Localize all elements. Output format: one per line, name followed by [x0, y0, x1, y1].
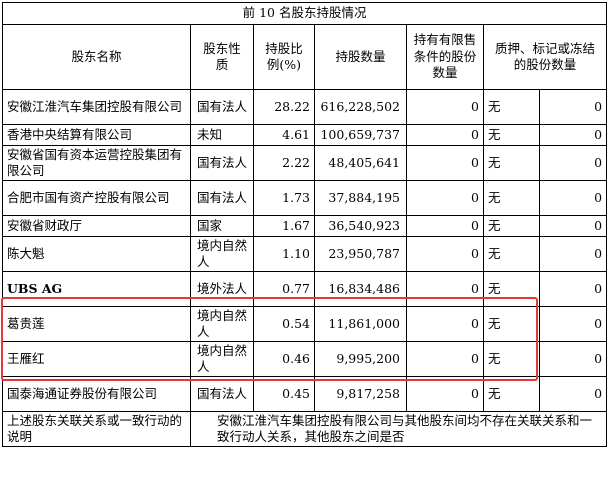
header-row: 股东名称 股东性质 持股比例(%) 持股数量 持有有限售条件的股份数量 质押、标…: [2, 24, 608, 90]
shareholder-nature: 境内自然人: [190, 341, 254, 377]
pledge-status: 无: [483, 236, 540, 272]
table-row: 香港中央结算有限公司 未知 4.61 100,659,737 0 无 0: [2, 124, 608, 146]
pledge-quantity: 0: [538, 180, 608, 216]
shareholder-name: 安徽省财政厅: [2, 215, 191, 237]
shareholder-name: 王雁红: [2, 341, 191, 377]
restricted-shares: 0: [406, 341, 484, 377]
holding-shares: 36,540,923: [314, 215, 407, 237]
pledge-status: 无: [483, 376, 540, 412]
holding-shares: 11,861,000: [314, 306, 407, 342]
table-row: 葛贵莲 境内自然人 0.54 11,861,000 0 无 0: [2, 306, 608, 342]
shareholder-name: 安徽省国有资本运营控股集团有限公司: [2, 145, 191, 181]
relation-label: 上述股东关联关系或一致行动的说明: [2, 411, 191, 447]
table-row: 安徽省财政厅 国家 1.67 36,540,923 0 无 0: [2, 215, 608, 237]
holding-ratio: 28.22: [253, 89, 315, 125]
header-shares: 持股数量: [314, 24, 407, 90]
restricted-shares: 0: [406, 89, 484, 125]
holding-shares: 9,817,258: [314, 376, 407, 412]
holding-shares: 9,995,200: [314, 341, 407, 377]
shareholder-nature: 境内自然人: [190, 236, 254, 272]
holding-ratio: 4.61: [253, 124, 315, 146]
table-row: 陈大魁 境内自然人 1.10 23,950,787 0 无 0: [2, 236, 608, 272]
holding-ratio: 2.22: [253, 145, 315, 181]
holding-shares: 23,950,787: [314, 236, 407, 272]
header-pledge: 质押、标记或冻结的股份数量: [482, 24, 608, 90]
pledge-status: 无: [483, 180, 540, 216]
table-row: 安徽省国有资本运营控股集团有限公司 国有法人 2.22 48,405,641 0 无 0: [2, 145, 608, 181]
header-nature: 股东性质: [190, 24, 254, 90]
shareholder-nature: 未知: [190, 124, 254, 146]
holding-ratio: 1.73: [253, 180, 315, 216]
pledge-status: 无: [483, 89, 540, 125]
holding-ratio: 0.54: [253, 306, 315, 342]
restricted-shares: 0: [406, 271, 484, 307]
holding-ratio: 0.77: [253, 271, 315, 307]
table-caption: 前 10 名股东持股情况: [1, 2, 608, 25]
restricted-shares: 0: [406, 215, 484, 237]
shareholder-name: 陈大魁: [2, 236, 191, 272]
pledge-status: 无: [483, 215, 540, 237]
holding-ratio: 1.10: [253, 236, 315, 272]
shareholder-nature: 国有法人: [190, 180, 254, 216]
holding-shares: 16,834,486: [314, 271, 407, 307]
relation-text: 安徽江淮汽车集团控股有限公司与其他股东间均不存在关联关系和一致行动人关系，其他股…: [189, 411, 608, 447]
header-name: 股东名称: [2, 24, 191, 90]
header-restricted: 持有有限售条件的股份数量: [406, 24, 484, 90]
pledge-status: 无: [483, 306, 540, 342]
pledge-quantity: 0: [538, 306, 608, 342]
shareholder-nature: 国有法人: [190, 145, 254, 181]
pledge-quantity: 0: [538, 236, 608, 272]
shareholder-name: 葛贵莲: [2, 306, 191, 342]
shareholder-nature: 国家: [190, 215, 254, 237]
shareholder-nature: 国有法人: [190, 376, 254, 412]
restricted-shares: 0: [406, 376, 484, 412]
pledge-quantity: 0: [538, 145, 608, 181]
pledge-quantity: 0: [538, 215, 608, 237]
relation-row: 上述股东关联关系或一致行动的说明 安徽江淮汽车集团控股有限公司与其他股东间均不存…: [2, 411, 608, 447]
restricted-shares: 0: [406, 180, 484, 216]
pledge-status: 无: [483, 271, 540, 307]
pledge-quantity: 0: [538, 376, 608, 412]
shareholder-name: UBS AG: [2, 271, 191, 307]
pledge-quantity: 0: [538, 271, 608, 307]
pledge-status: 无: [483, 145, 540, 181]
top10-shareholders-table: 前 10 名股东持股情况 股东名称 股东性质 持股比例(%) 持股数量 持有有限…: [1, 2, 608, 447]
table-body: 安徽江淮汽车集团控股有限公司 国有法人 28.22 616,228,502 0 无 0 香港中…: [2, 89, 608, 412]
shareholder-nature: 境外法人: [190, 271, 254, 307]
shareholder-name: 合肥市国有资产控股有限公司: [2, 180, 191, 216]
pledge-quantity: 0: [538, 124, 608, 146]
pledge-quantity: 0: [538, 341, 608, 377]
holding-ratio: 0.45: [253, 376, 315, 412]
holding-ratio: 1.67: [253, 215, 315, 237]
restricted-shares: 0: [406, 124, 484, 146]
restricted-shares: 0: [406, 236, 484, 272]
holding-ratio: 0.46: [253, 341, 315, 377]
holding-shares: 100,659,737: [314, 124, 407, 146]
table-row: 国泰海通证券股份有限公司 国有法人 0.45 9,817,258 0 无 0: [2, 376, 608, 412]
restricted-shares: 0: [406, 306, 484, 342]
holding-shares: 37,884,195: [314, 180, 407, 216]
table-row: 王雁红 境内自然人 0.46 9,995,200 0 无 0: [2, 341, 608, 377]
shareholder-name: 安徽江淮汽车集团控股有限公司: [2, 89, 191, 125]
shareholder-nature: 国有法人: [190, 89, 254, 125]
shareholder-name: 香港中央结算有限公司: [2, 124, 191, 146]
holding-shares: 616,228,502: [314, 89, 407, 125]
holding-shares: 48,405,641: [314, 145, 407, 181]
table-row: 安徽江淮汽车集团控股有限公司 国有法人 28.22 616,228,502 0 无 0: [2, 89, 608, 125]
header-ratio: 持股比例(%): [253, 24, 315, 90]
shareholder-name: 国泰海通证券股份有限公司: [2, 376, 191, 412]
table-row: 合肥市国有资产控股有限公司 国有法人 1.73 37,884,195 0 无 0: [2, 180, 608, 216]
table-row: UBS AG 境外法人 0.77 16,834,486 0 无 0: [2, 271, 608, 307]
restricted-shares: 0: [406, 145, 484, 181]
pledge-quantity: 0: [538, 89, 608, 125]
pledge-status: 无: [483, 341, 540, 377]
pledge-status: 无: [483, 124, 540, 146]
shareholder-nature: 境内自然人: [190, 306, 254, 342]
